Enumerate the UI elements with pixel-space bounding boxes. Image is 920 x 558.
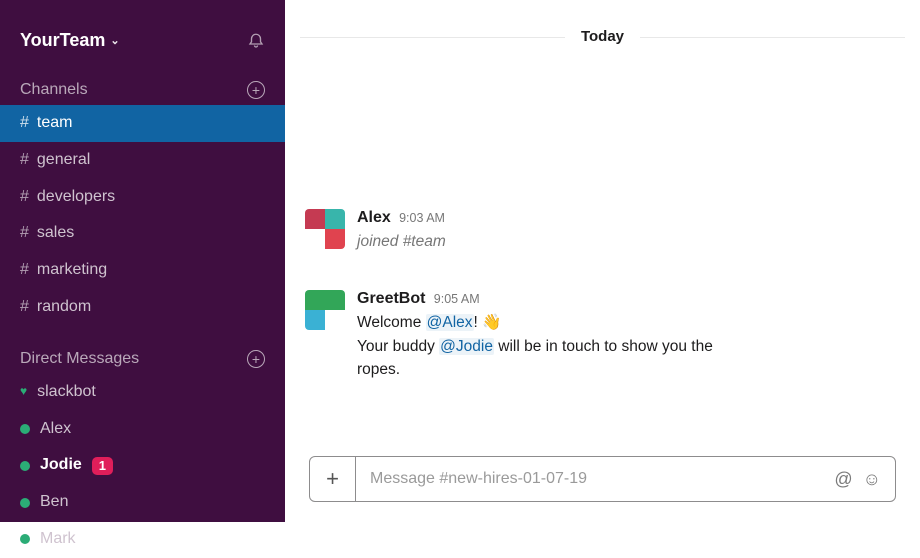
add-channel-button[interactable]: + [247,81,265,99]
heart-icon: ♥ [20,381,27,403]
wave-emoji: 👋 [482,314,501,331]
add-dm-button[interactable]: + [247,350,265,368]
hash-icon: # [20,183,29,212]
day-label: Today [565,28,640,45]
sidebar: YourTeam ⌄ Channels + # team # general # deve… [0,0,285,522]
dm-label: Ben [40,488,68,517]
message-time: 9:05 AM [434,292,480,306]
channels-heading: Channels [20,81,88,99]
message-body: Your buddy @Jodie will be in touch to sh… [357,335,737,382]
hash-icon: # [20,293,29,322]
channel-label: sales [37,219,74,248]
dm-label: Mark [40,525,76,554]
avatar[interactable] [305,290,345,330]
team-switcher[interactable]: YourTeam ⌄ [20,30,120,51]
dm-label: Alex [40,415,71,444]
channel-item-sales[interactable]: # sales [0,215,285,252]
presence-icon [20,461,30,471]
hash-icon: # [20,109,29,138]
mention-icon[interactable]: @ [834,469,852,490]
hash-icon: # [20,256,29,285]
channel-label: marketing [37,256,107,285]
channel-label: team [37,109,73,138]
presence-icon [20,424,30,434]
channel-item-developers[interactable]: # developers [0,179,285,216]
attach-button[interactable]: + [310,457,356,501]
mention[interactable]: @Jodie [439,338,494,355]
channel-label: developers [37,183,115,212]
emoji-icon[interactable]: ☺ [863,469,881,490]
channel-item-general[interactable]: # general [0,142,285,179]
day-divider: Today [285,28,920,46]
hash-icon: # [20,146,29,175]
channel-label: random [37,293,91,322]
message-input[interactable] [356,470,834,488]
dms-heading: Direct Messages [20,350,139,368]
mention[interactable]: @Alex [426,314,474,331]
sender-name[interactable]: GreetBot [357,290,425,307]
dm-item-slackbot[interactable]: ♥ slackbot [0,374,285,411]
channel-item-marketing[interactable]: # marketing [0,252,285,289]
message-list: Alex 9:03 AM joined #team GreetBot 9:05 … [285,206,920,456]
system-message: joined #team [357,230,446,253]
channel-label: general [37,146,90,175]
dm-item-alex[interactable]: Alex [0,411,285,448]
channel-item-team[interactable]: # team [0,105,285,142]
dm-item-ben[interactable]: Ben [0,484,285,521]
unread-badge: 1 [92,457,113,475]
presence-icon [20,498,30,508]
message-body: Welcome @Alex! 👋 [357,311,737,334]
message-row: GreetBot 9:05 AM Welcome @Alex! 👋 Your b… [305,287,900,381]
dm-label: slackbot [37,378,96,407]
team-name-label: YourTeam [20,30,105,51]
sender-name[interactable]: Alex [357,209,391,226]
message-row: Alex 9:03 AM joined #team [305,206,900,253]
avatar[interactable] [305,209,345,249]
presence-icon [20,534,30,544]
hash-icon: # [20,219,29,248]
dm-label: Jodie [40,451,82,480]
dm-item-jodie[interactable]: Jodie 1 [0,447,285,484]
chevron-down-icon: ⌄ [110,34,119,47]
message-composer: + @ ☺ [309,456,896,502]
channel-item-random[interactable]: # random [0,289,285,326]
main-pane: Today Alex 9:03 AM joined #team [285,0,920,522]
bell-icon[interactable] [247,32,265,50]
dm-item-mark[interactable]: Mark [0,521,285,558]
message-time: 9:03 AM [399,211,445,225]
